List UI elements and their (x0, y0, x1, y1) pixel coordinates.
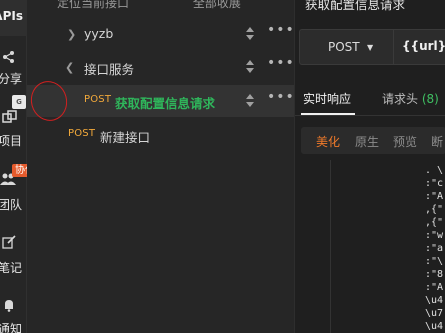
response-tabs: 实时响应 请求头 (8) (295, 82, 445, 116)
rail-notify[interactable]: 通知 (0, 298, 27, 333)
item-name: 新建接口 (100, 130, 151, 145)
chevron-down-icon[interactable]: ❮ (65, 61, 74, 74)
rail-share-label: 分享 (0, 72, 22, 86)
tree-item-new[interactable]: POST 新建接口 (27, 119, 294, 151)
code-line: :"8 (425, 269, 444, 280)
rail-project[interactable]: 项目 (0, 110, 27, 150)
url-value: {{url}} (402, 39, 445, 53)
edit-icon (2, 235, 16, 249)
code-gutter (330, 160, 331, 333)
bell-icon (5, 300, 13, 312)
format-more[interactable]: 断 (431, 133, 443, 150)
icon-rail: APIs 分享 项目 团队 协作 笔记 通知 (0, 0, 38, 333)
sort-handle-icon[interactable] (245, 58, 255, 76)
folder-name: yyzb (84, 26, 114, 41)
method-badge: POST (84, 94, 112, 105)
code-line: :"w (425, 230, 444, 241)
code-line: . \ (425, 165, 444, 176)
share-icon (3, 51, 14, 63)
format-preview[interactable]: 预览 (393, 133, 417, 150)
tree-toolbar: 定位当前接口 全部收展 (57, 0, 241, 11)
request-panel: 获取配置信息请求 POST ▼ {{url}} 实时响应 请求头 (8) 美化 … (294, 0, 445, 333)
more-icon[interactable]: ••• (267, 89, 295, 105)
code-line: :"\ (425, 256, 444, 267)
code-line: \u7 (425, 308, 444, 319)
api-tree-panel: 定位当前接口 全部收展 ❯ yyzb ••• ❮ 接口服务 ••• POST 获… (27, 0, 294, 333)
more-icon[interactable]: ••• (267, 55, 295, 71)
method-select-value: POST (328, 40, 360, 54)
folder-name: 接口服务 (84, 62, 135, 77)
url-input[interactable]: {{url}} (394, 29, 445, 65)
rail-notify-label: 通知 (0, 322, 22, 333)
caret-down-icon: ▼ (367, 43, 374, 52)
locate-current-button[interactable]: 定位当前接口 (57, 0, 129, 10)
rail-team-label: 团队 (0, 198, 22, 212)
more-icon[interactable]: ••• (267, 22, 295, 38)
code-line: :"c (425, 178, 444, 189)
tree-folder-service[interactable]: ❮ 接口服务 ••• (27, 51, 294, 83)
tab-request-headers[interactable]: 请求头 (8) (382, 90, 439, 107)
item-name: 获取配置信息请求 (115, 96, 216, 111)
tree-folder-yyzb[interactable]: ❯ yyzb ••• (27, 18, 294, 50)
code-line: :"A (425, 191, 444, 202)
tab-count: (8) (421, 92, 439, 106)
request-title: 获取配置信息请求 (305, 0, 406, 12)
code-line: \u4 (425, 321, 444, 332)
active-tab-indicator (301, 113, 355, 115)
response-body[interactable]: . \ :"c :"A ,{" ,{" :"w :"a :"\ :"8 :"A \u4 \u7 \u4 (425, 164, 445, 333)
code-line: :"a (425, 243, 444, 254)
rail-apis-active[interactable]: APIs (0, 0, 27, 36)
sort-handle-icon[interactable] (245, 25, 255, 43)
file-icon: G (12, 95, 26, 109)
rail-project-label: 项目 (0, 134, 22, 148)
code-line: ,{" (425, 217, 444, 228)
expand-collapse-button[interactable]: 全部收展 (193, 0, 241, 10)
format-raw[interactable]: 原生 (355, 133, 379, 150)
tab-live-response[interactable]: 实时响应 (303, 90, 351, 107)
tab-label: 请求头 (382, 92, 419, 106)
format-bar: 美化 原生 预览 断 (301, 127, 445, 154)
format-pretty[interactable]: 美化 (316, 133, 340, 150)
sort-handle-icon[interactable] (245, 92, 255, 110)
code-line: \u4 (425, 295, 444, 306)
rail-notes-label: 笔记 (0, 261, 22, 275)
code-line: :"A (425, 282, 444, 293)
rail-notes[interactable]: 笔记 (0, 235, 27, 277)
rail-share[interactable]: 分享 (0, 50, 27, 90)
project-icon (2, 110, 17, 123)
chevron-right-icon[interactable]: ❯ (67, 28, 76, 41)
method-select[interactable]: POST ▼ (299, 29, 394, 65)
code-line: ,{" (425, 204, 444, 215)
rail-apis-label[interactable]: APIs (0, 9, 23, 23)
method-badge: POST (68, 128, 96, 139)
